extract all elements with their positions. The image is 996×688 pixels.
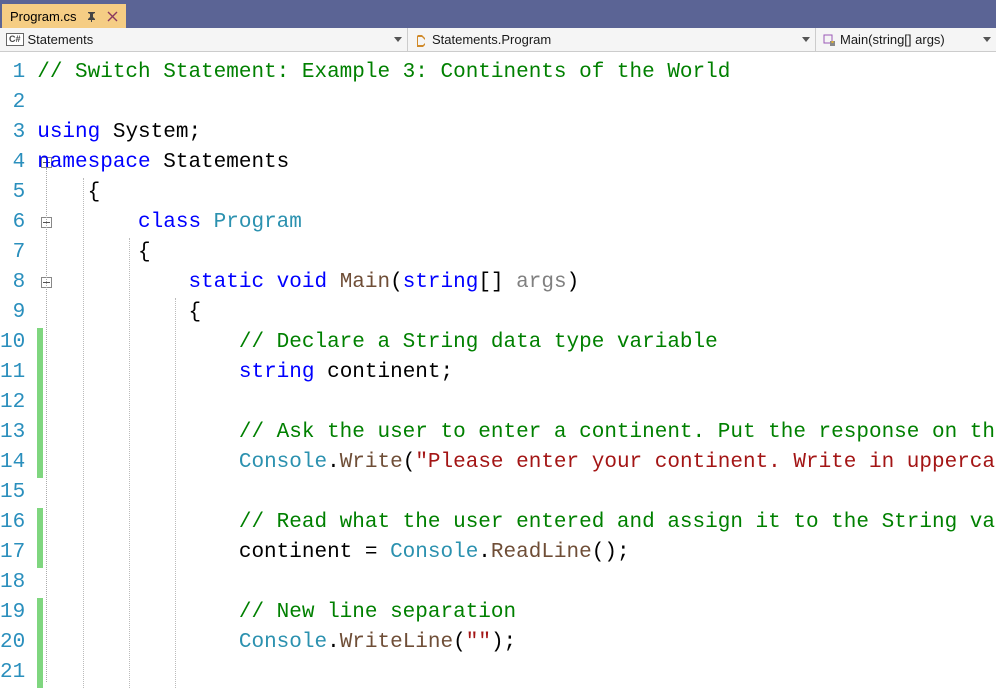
code-line[interactable]: // Switch Statement: Example 3: Continen… [37,58,996,88]
code-line[interactable]: Console.Write("Please enter your contine… [37,448,996,478]
file-tab[interactable]: Program.cs [2,4,126,28]
line-number: 6 [0,208,25,238]
line-number: 4 [0,148,25,178]
nav-method-label: Main(string[] args) [840,32,945,47]
code-line[interactable]: // Declare a String data type variable [37,328,996,358]
method-icon [822,33,836,47]
code-line[interactable]: { [37,298,996,328]
nav-scope-label: Statements [28,32,94,47]
chevron-down-icon [982,35,992,45]
code-line[interactable]: using System; [37,118,996,148]
code-line[interactable]: { [37,238,996,268]
csharp-icon: C# [6,33,24,46]
nav-scope-dropdown[interactable]: C# Statements [0,28,408,51]
pin-icon[interactable] [86,11,97,22]
line-number: 5 [0,178,25,208]
class-icon [414,33,428,47]
line-number: 17 [0,538,25,568]
nav-class-dropdown[interactable]: Statements.Program [408,28,816,51]
nav-class-label: Statements.Program [432,32,551,47]
line-number: 16 [0,508,25,538]
code-line[interactable] [37,478,996,508]
code-area[interactable]: // Switch Statement: Example 3: Continen… [37,52,996,688]
navigation-bar: C# Statements Statements.Program Main(st… [0,28,996,52]
line-number: 12 [0,388,25,418]
indent-guide [175,298,176,688]
code-line[interactable]: { [37,178,996,208]
line-number: 19 [0,598,25,628]
code-line[interactable]: static void Main(string[] args) [37,268,996,298]
line-number: 20 [0,628,25,658]
title-bar: Program.cs [0,0,996,28]
indent-guide [129,238,130,688]
code-line[interactable] [37,568,996,598]
line-number: 13 [0,418,25,448]
code-line[interactable]: string continent; [37,358,996,388]
code-line[interactable]: // Read what the user entered and assign… [37,508,996,538]
chevron-down-icon [393,35,403,45]
code-line[interactable] [37,388,996,418]
line-number: 7 [0,238,25,268]
nav-method-dropdown[interactable]: Main(string[] args) [816,28,996,51]
code-line[interactable]: namespace Statements [37,148,996,178]
line-number: 14 [0,448,25,478]
line-number: 15 [0,478,25,508]
line-number: 3 [0,118,25,148]
code-line[interactable]: class Program [37,208,996,238]
line-number: 11 [0,358,25,388]
line-number: 8 [0,268,25,298]
chevron-down-icon [801,35,811,45]
code-line[interactable]: // Ask the user to enter a continent. Pu… [37,418,996,448]
code-line[interactable]: continent = Console.ReadLine(); [37,538,996,568]
line-number-gutter: 123456789101112131415161718192021 [0,52,37,684]
tab-title: Program.cs [10,9,76,24]
indent-guide [83,178,84,688]
line-number: 9 [0,298,25,328]
close-icon[interactable] [107,11,118,22]
code-line[interactable]: // New line separation [37,598,996,628]
code-editor[interactable]: 123456789101112131415161718192021 // Swi… [0,52,996,684]
code-line[interactable] [37,88,996,118]
line-number: 18 [0,568,25,598]
line-number: 2 [0,88,25,118]
code-line[interactable]: Console.WriteLine(""); [37,628,996,658]
line-number: 10 [0,328,25,358]
line-number: 1 [0,58,25,88]
